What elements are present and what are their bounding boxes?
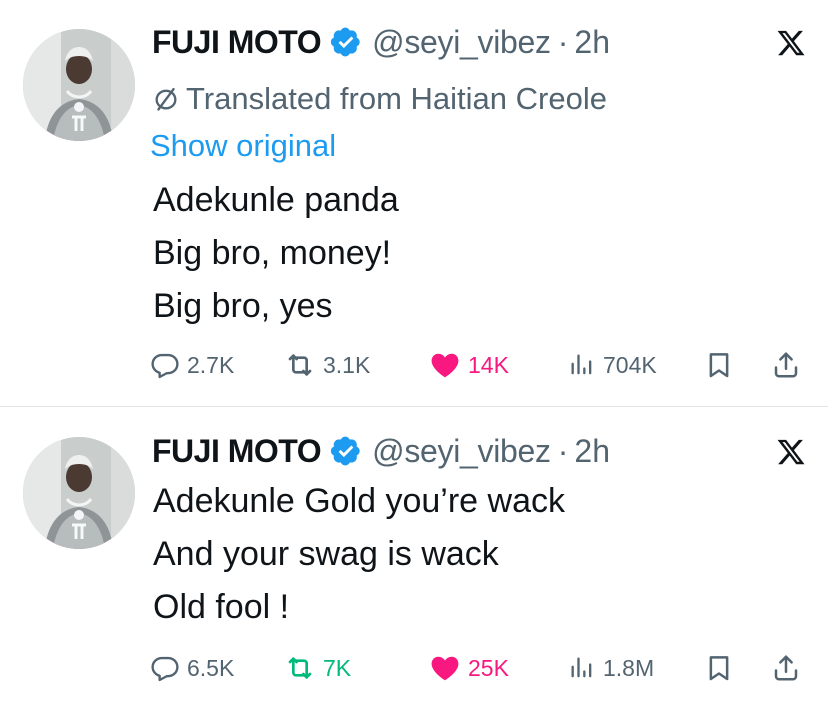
tweet-header: FUJI MOTO @seyi_vibez · 2h	[152, 22, 610, 62]
tweet-2[interactable]: FUJI MOTO @seyi_vibez · 2h Adekunle Gold…	[0, 407, 828, 709]
verified-badge-icon	[330, 435, 362, 467]
separator-dot: ·	[557, 23, 569, 60]
like-icon	[429, 652, 461, 684]
action-bar: 6.5K 7K 25K 1.8M	[150, 650, 815, 686]
share-button[interactable]	[771, 650, 801, 686]
action-bar: 2.7K 3.1K 14K 704K	[150, 347, 815, 383]
author-name[interactable]: FUJI MOTO	[152, 433, 322, 470]
bookmark-icon	[704, 350, 734, 380]
view-count: 704K	[603, 351, 657, 378]
reply-icon	[150, 350, 180, 380]
views-button[interactable]: 1.8M	[568, 650, 654, 686]
bookmark-button[interactable]	[704, 650, 734, 686]
verified-badge-icon	[330, 26, 362, 58]
tweet-text-line: Old fool !	[153, 588, 290, 626]
tweet-text-line: Adekunle panda	[153, 181, 399, 219]
views-button[interactable]: 704K	[568, 347, 657, 383]
tweet-text: Adekunle panda Big bro, money! Big bro, …	[153, 174, 399, 333]
bookmark-icon	[704, 653, 734, 683]
views-icon	[568, 654, 596, 682]
reply-button[interactable]: 2.7K	[150, 347, 234, 383]
view-count: 1.8M	[603, 654, 655, 681]
reply-button[interactable]: 6.5K	[150, 650, 234, 686]
repost-button[interactable]: 3.1K	[284, 347, 370, 383]
reply-icon	[150, 653, 180, 683]
x-logo-icon	[776, 28, 806, 58]
tweet-1[interactable]: FUJI MOTO @seyi_vibez · 2h Translated fr…	[0, 0, 828, 406]
translate-icon	[152, 85, 180, 113]
show-original-link[interactable]: Show original	[150, 128, 336, 164]
views-icon	[568, 351, 596, 379]
repost-button[interactable]: 7K	[284, 650, 351, 686]
share-icon	[771, 653, 801, 683]
repost-count: 7K	[323, 654, 352, 681]
like-icon	[429, 349, 461, 381]
tweet-text-line: And your swag is wack	[153, 535, 499, 573]
translation-label: Translated from Haitian Creole	[186, 81, 607, 116]
tweet-text-line: Big bro, yes	[153, 287, 333, 325]
repost-icon	[284, 652, 316, 684]
like-button[interactable]: 14K	[429, 347, 509, 383]
reply-count: 2.7K	[187, 351, 235, 378]
x-logo-icon	[776, 437, 806, 467]
like-button[interactable]: 25K	[429, 650, 509, 686]
avatar[interactable]	[23, 437, 135, 549]
author-handle[interactable]: @seyi_vibez	[372, 433, 551, 470]
avatar[interactable]	[23, 29, 135, 141]
author-handle[interactable]: @seyi_vibez	[372, 24, 551, 61]
translation-notice: Translated from Haitian Creole	[152, 81, 607, 117]
like-count: 14K	[468, 351, 509, 378]
separator-dot: ·	[557, 432, 569, 469]
tweet-text-line: Big bro, money!	[153, 234, 392, 272]
repost-icon	[284, 349, 316, 381]
share-button[interactable]	[771, 347, 801, 383]
author-name[interactable]: FUJI MOTO	[152, 24, 322, 61]
tweet-text-line: Adekunle Gold you’re wack	[153, 482, 566, 520]
share-icon	[771, 350, 801, 380]
like-count: 25K	[468, 654, 509, 681]
bookmark-button[interactable]	[704, 347, 734, 383]
reply-count: 6.5K	[187, 654, 235, 681]
tweet-header: FUJI MOTO @seyi_vibez · 2h	[152, 431, 610, 471]
repost-count: 3.1K	[323, 351, 371, 378]
timestamp[interactable]: 2h	[574, 24, 610, 61]
timestamp[interactable]: 2h	[574, 433, 610, 470]
tweet-text: Adekunle Gold you’re wack And your swag …	[153, 475, 565, 634]
